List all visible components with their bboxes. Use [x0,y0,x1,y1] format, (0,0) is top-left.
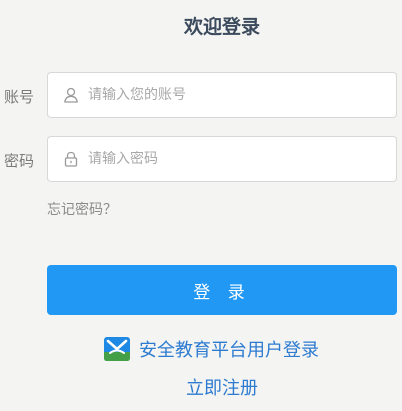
account-label: 账号 [4,88,35,106]
password-input[interactable] [88,151,368,167]
education-platform-logo-icon [104,337,130,361]
platform-login-link[interactable]: 安全教育平台用户登录 [104,336,319,362]
platform-login-label: 安全教育平台用户登录 [139,340,319,361]
register-link[interactable]: 立即注册 [0,374,402,400]
password-field[interactable] [47,136,397,182]
password-label: 密码 [4,152,35,170]
login-button[interactable]: 登 录 [47,265,397,315]
account-field[interactable] [47,72,397,118]
lock-icon [62,150,80,168]
forgot-password-link[interactable]: 忘记密码？ [47,199,117,219]
account-input[interactable] [88,87,368,103]
page-title: 欢迎登录 [183,16,260,38]
user-icon [62,86,80,104]
